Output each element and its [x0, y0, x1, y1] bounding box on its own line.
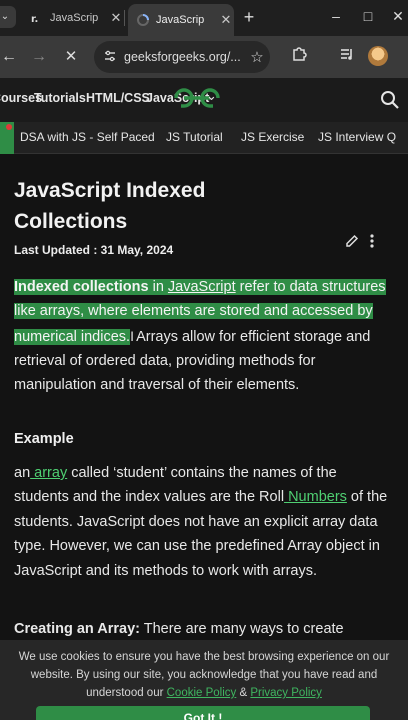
- article-content: JavaScript Indexed Collections Last Upda…: [0, 155, 408, 720]
- subnav-item-js-tutorial[interactable]: JS Tutorial: [166, 130, 223, 144]
- cookie-banner: We use cookies to ensure you have the be…: [0, 640, 408, 720]
- tab-divider: [124, 10, 125, 26]
- bookmark-star-icon[interactable]: ☆: [244, 48, 270, 66]
- javascript-link[interactable]: JavaScript: [168, 279, 236, 295]
- address-bar[interactable]: geeksforgeeks.org/... ☆: [94, 41, 270, 73]
- tab-inactive[interactable]: r. JavaScrip ✕: [20, 4, 124, 32]
- url-text[interactable]: geeksforgeeks.org/...: [124, 50, 244, 64]
- loading-spinner-icon: [136, 13, 150, 27]
- subnav-item-js-exercise[interactable]: JS Exercise: [241, 130, 304, 144]
- sub-navigation: DSA with JS - Self Paced JS Tutorial JS …: [0, 122, 408, 154]
- new-tab-button[interactable]: +: [238, 5, 260, 29]
- extensions-puzzle-icon[interactable]: [288, 46, 310, 68]
- creating-array-paragraph: Creating an Array: There are many ways t…: [14, 617, 394, 641]
- page-title: JavaScript Indexed Collections: [14, 179, 206, 233]
- creating-bold: Creating an Array:: [14, 621, 140, 637]
- tab-search-chevron-icon[interactable]: ⌄: [0, 6, 16, 28]
- creating-rest: There are many ways to create: [139, 621, 344, 637]
- intro-paragraph: Indexed collections in JavaScript refer …: [14, 275, 390, 397]
- tab-close-icon[interactable]: ✕: [108, 10, 124, 26]
- tab-title: JavaScrip: [50, 12, 99, 24]
- notification-dot: [6, 124, 12, 130]
- example-heading: Example: [14, 431, 74, 447]
- example-paragraph: an array called ‘student’ contains the n…: [14, 461, 394, 583]
- back-arrow-icon[interactable]: ←: [0, 46, 20, 68]
- profile-avatar[interactable]: [368, 46, 388, 66]
- tab-title: JavaScrip: [156, 14, 205, 26]
- nav-tutorials[interactable]: Tutorials: [34, 91, 86, 105]
- tab-active[interactable]: JavaScrip ✕: [128, 4, 234, 36]
- intro-bold: Indexed collections: [14, 279, 149, 295]
- maximize-button[interactable]: □: [358, 8, 378, 24]
- cookie-message: We use cookies to ensure you have the be…: [10, 648, 398, 702]
- more-options-icon[interactable]: [364, 233, 380, 249]
- cookie-policy-link[interactable]: Cookie Policy: [167, 687, 237, 699]
- gfg-favicon-icon: r.: [30, 11, 44, 25]
- svg-text:r.: r.: [31, 14, 38, 24]
- forward-arrow-icon[interactable]: →: [28, 46, 50, 68]
- edit-pencil-icon[interactable]: [344, 233, 360, 249]
- tab-close-icon[interactable]: ✕: [218, 12, 234, 28]
- browser-toolbar: ← → ✕ geeksforgeeks.org/... ☆: [0, 36, 408, 78]
- nav-dropdown-chevron-icon[interactable]: ⌄: [206, 88, 217, 104]
- minimize-button[interactable]: –: [326, 8, 346, 24]
- numbers-link[interactable]: Numbers: [284, 489, 347, 505]
- site-header: Courses Tutorials HTML/CSS JavaScript ⌄: [0, 78, 408, 122]
- cookie-and: &: [236, 687, 251, 699]
- close-window-button[interactable]: ✕: [388, 8, 408, 25]
- got-it-button[interactable]: Got It !: [36, 706, 370, 720]
- nav-html-css[interactable]: HTML/CSS: [86, 91, 150, 105]
- reading-list-icon[interactable]: [336, 46, 358, 68]
- example-pre: an: [14, 465, 31, 481]
- privacy-policy-link[interactable]: Privacy Policy: [250, 687, 322, 699]
- search-icon[interactable]: [380, 90, 402, 112]
- site-info-icon[interactable]: [104, 50, 116, 65]
- intro-in: in: [148, 279, 168, 295]
- stop-loading-icon[interactable]: ✕: [60, 46, 82, 68]
- array-link[interactable]: array: [30, 465, 67, 481]
- browser-tab-strip: ⌄ r. JavaScrip ✕ JavaScrip ✕ + – □ ✕: [0, 0, 408, 36]
- last-updated-date: Last Updated : 31 May, 2024: [14, 243, 174, 257]
- subnav-item-js-interview[interactable]: JS Interview Q: [318, 130, 396, 144]
- subnav-item-dsa-js[interactable]: DSA with JS - Self Paced: [20, 130, 155, 144]
